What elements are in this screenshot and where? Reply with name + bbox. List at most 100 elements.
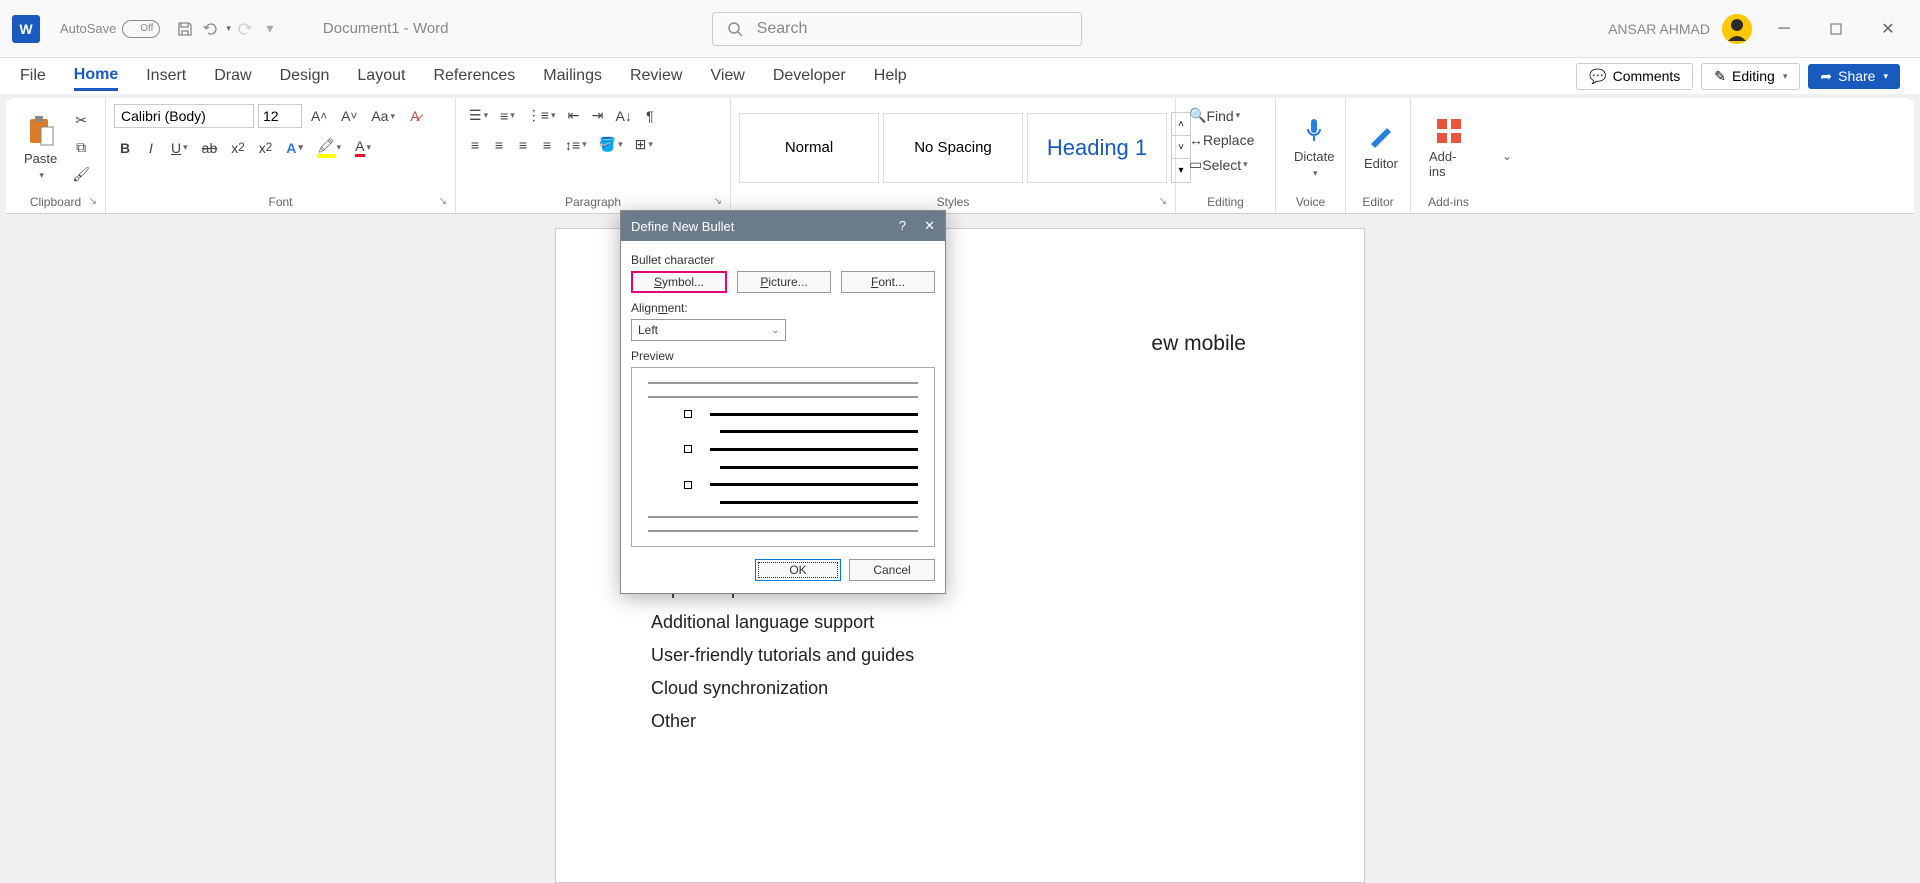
clipboard-dialog-icon[interactable]: ↘ bbox=[89, 196, 97, 207]
alignment-select[interactable]: Left ⌄ bbox=[631, 319, 786, 341]
clear-formatting-icon[interactable]: A̷ bbox=[404, 105, 426, 127]
numbering-icon[interactable]: ≡▾ bbox=[495, 104, 520, 127]
font-button[interactable]: Font... bbox=[841, 271, 935, 293]
list-item: Additional language support bbox=[651, 606, 1269, 639]
shading-icon[interactable]: 🪣▾ bbox=[594, 133, 628, 156]
undo-icon[interactable] bbox=[198, 16, 224, 42]
avatar[interactable] bbox=[1722, 14, 1752, 44]
replace-button[interactable]: ↔ Replace bbox=[1184, 129, 1259, 151]
bullet-character-label: Bullet character bbox=[631, 253, 935, 267]
symbol-button[interactable]: Symbol... bbox=[631, 271, 727, 293]
italic-button[interactable]: I bbox=[140, 137, 162, 159]
dialog-title: Define New Bullet bbox=[631, 219, 734, 234]
picture-button[interactable]: Picture... bbox=[737, 271, 831, 293]
ok-button[interactable]: OK bbox=[755, 559, 841, 581]
style-nospacing[interactable]: No Spacing bbox=[883, 113, 1023, 183]
chevron-down-icon: ⌄ bbox=[771, 325, 779, 336]
addins-label: Add-ins bbox=[1419, 191, 1478, 209]
cancel-button[interactable]: Cancel bbox=[849, 559, 935, 581]
underline-button[interactable]: U▾ bbox=[166, 137, 193, 159]
tab-review[interactable]: Review bbox=[630, 63, 682, 89]
editing-mode-button[interactable]: ✎ Editing ▾ bbox=[1701, 63, 1800, 90]
copy-icon[interactable]: ⧉ bbox=[67, 136, 95, 159]
format-painter-icon[interactable]: 🖌 bbox=[67, 163, 95, 186]
font-label: Font bbox=[268, 195, 292, 209]
tab-mailings[interactable]: Mailings bbox=[543, 63, 602, 89]
font-color-icon[interactable]: A▾ bbox=[350, 135, 376, 160]
strikethrough-button[interactable]: ab bbox=[197, 137, 223, 159]
increase-indent-icon[interactable]: ⇥ bbox=[587, 104, 609, 127]
tab-file[interactable]: File bbox=[20, 63, 46, 89]
search-icon bbox=[727, 21, 743, 37]
cut-icon[interactable]: ✂ bbox=[67, 109, 95, 132]
dialog-help-icon[interactable]: ? bbox=[899, 218, 906, 234]
minimize-button[interactable]: ─ bbox=[1764, 9, 1804, 49]
close-button[interactable]: ✕ bbox=[1868, 9, 1908, 49]
redo-icon[interactable] bbox=[231, 16, 257, 42]
user-name[interactable]: ANSAR AHMAD bbox=[1608, 21, 1710, 37]
borders-icon[interactable]: ⊞▾ bbox=[630, 133, 658, 156]
align-right-icon[interactable]: ≡ bbox=[512, 133, 534, 156]
tab-developer[interactable]: Developer bbox=[773, 63, 846, 89]
font-name-input[interactable] bbox=[114, 104, 254, 128]
find-button[interactable]: 🔍 Find▾ bbox=[1184, 104, 1245, 127]
save-icon[interactable] bbox=[172, 16, 198, 42]
document-area: Q: What features ew mobile app? Please s… bbox=[0, 214, 1920, 883]
qat-customize-icon[interactable]: ▾ bbox=[257, 16, 283, 42]
dictate-button[interactable]: Dictate▾ bbox=[1284, 113, 1344, 183]
change-case-icon[interactable]: Aa▾ bbox=[366, 105, 400, 127]
grow-font-icon[interactable]: A˄ bbox=[306, 105, 332, 127]
bold-button[interactable]: B bbox=[114, 137, 136, 159]
collapse-ribbon-icon[interactable]: ⌄ bbox=[1502, 149, 1512, 163]
font-dialog-icon[interactable]: ↘ bbox=[439, 196, 447, 207]
shrink-font-icon[interactable]: A˅ bbox=[336, 105, 362, 127]
style-normal[interactable]: Normal bbox=[739, 113, 879, 183]
show-marks-icon[interactable]: ¶ bbox=[639, 104, 661, 127]
decrease-indent-icon[interactable]: ⇤ bbox=[563, 104, 585, 127]
maximize-button[interactable] bbox=[1816, 9, 1856, 49]
styles-label: Styles bbox=[937, 195, 970, 209]
multilevel-list-icon[interactable]: ⋮≡▾ bbox=[522, 104, 561, 127]
text-effects-icon[interactable]: A▾ bbox=[281, 137, 308, 159]
dialog-titlebar[interactable]: Define New Bullet ? ✕ bbox=[621, 211, 945, 241]
autosave-toggle[interactable]: AutoSave Off bbox=[60, 20, 160, 38]
editor-label: Editor bbox=[1354, 191, 1402, 209]
bullets-icon[interactable]: ☰▾ bbox=[464, 104, 493, 127]
ribbon: Paste▾ ✂ ⧉ 🖌 Clipboard ↘ A˄ A˅ Aa▾ A̷ B I bbox=[6, 98, 1914, 214]
font-size-input[interactable] bbox=[258, 104, 302, 128]
editor-button[interactable]: Editor bbox=[1354, 120, 1408, 175]
voice-label: Voice bbox=[1284, 191, 1337, 209]
tab-references[interactable]: References bbox=[433, 63, 515, 89]
styles-dialog-icon[interactable]: ↘ bbox=[1159, 196, 1167, 207]
toggle-switch[interactable]: Off bbox=[122, 20, 160, 38]
editing-label: Editing bbox=[1184, 191, 1267, 209]
tab-view[interactable]: View bbox=[710, 63, 744, 89]
alignment-label: Alignment: bbox=[631, 301, 935, 315]
sort-icon[interactable]: A↓ bbox=[611, 104, 637, 127]
line-spacing-icon[interactable]: ↕≡▾ bbox=[560, 133, 592, 156]
share-button[interactable]: ➦ Share ▾ bbox=[1808, 64, 1900, 89]
highlight-icon[interactable]: 🖍▾ bbox=[312, 134, 346, 161]
select-button[interactable]: ▭ Select▾ bbox=[1184, 153, 1253, 176]
preview-label: Preview bbox=[631, 349, 935, 363]
align-left-icon[interactable]: ≡ bbox=[464, 133, 486, 156]
tab-home[interactable]: Home bbox=[74, 62, 118, 91]
paste-button[interactable]: Paste▾ bbox=[14, 111, 67, 185]
tab-layout[interactable]: Layout bbox=[357, 63, 405, 89]
dialog-close-icon[interactable]: ✕ bbox=[924, 218, 935, 234]
search-input[interactable]: Search bbox=[712, 12, 1082, 46]
tab-insert[interactable]: Insert bbox=[146, 63, 186, 89]
addins-button[interactable]: Add-ins bbox=[1419, 113, 1478, 183]
clipboard-label: Clipboard bbox=[30, 195, 81, 209]
style-heading1[interactable]: Heading 1 bbox=[1027, 113, 1167, 183]
paragraph-dialog-icon[interactable]: ↘ bbox=[714, 196, 722, 207]
tab-design[interactable]: Design bbox=[280, 63, 330, 89]
list-item: Cloud synchronization bbox=[651, 672, 1269, 705]
superscript-button[interactable]: x2 bbox=[254, 137, 277, 159]
justify-icon[interactable]: ≡ bbox=[536, 133, 558, 156]
tab-draw[interactable]: Draw bbox=[214, 63, 251, 89]
tab-help[interactable]: Help bbox=[874, 63, 907, 89]
subscript-button[interactable]: x2 bbox=[226, 137, 249, 159]
align-center-icon[interactable]: ≡ bbox=[488, 133, 510, 156]
comments-button[interactable]: 💬 Comments bbox=[1576, 63, 1693, 90]
